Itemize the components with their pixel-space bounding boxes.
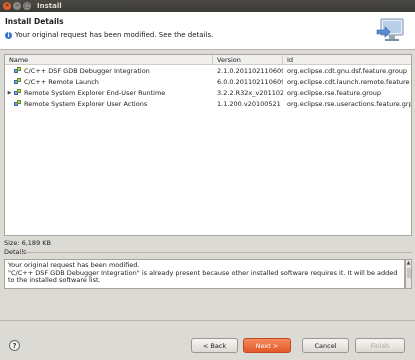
row-name-cell: ▶ Remote System Explorer End-User Runtim… xyxy=(5,89,213,97)
feature-icon xyxy=(14,89,22,96)
scroll-thumb[interactable] xyxy=(407,268,411,278)
table-row[interactable]: Remote System Explorer User Actions 1.1.… xyxy=(5,98,411,109)
row-name-cell: C/C++ Remote Launch xyxy=(5,78,213,86)
table-row[interactable]: ▶ Remote System Explorer End-User Runtim… xyxy=(5,87,411,98)
row-id: org.eclipse.rse.feature.group xyxy=(287,88,382,97)
table-row[interactable]: C/C++ Remote Launch 6.0.0.201102110609 o… xyxy=(5,76,411,87)
expand-arrow-icon[interactable]: ▶ xyxy=(7,90,12,96)
row-version: 1.1.200.v20100521 xyxy=(217,99,281,108)
feature-icon xyxy=(14,100,22,107)
row-version: 3.2.2.R32x_v201102 xyxy=(217,88,283,97)
page-title: Install Details xyxy=(5,17,64,26)
details-divider xyxy=(22,252,412,253)
feature-icon xyxy=(14,67,22,74)
info-icon: i xyxy=(5,31,12,39)
row-version: 2.1.0.201102110609 xyxy=(217,66,283,75)
row-name-cell: Remote System Explorer User Actions xyxy=(5,100,213,108)
details-scrollbar[interactable]: ▲ xyxy=(405,259,412,289)
close-window-button[interactable]: × xyxy=(3,2,11,10)
details-text-area[interactable]: Your original request has been modified.… xyxy=(4,259,405,289)
header-message: i Your original request has been modifie… xyxy=(5,31,213,39)
scroll-up-icon[interactable]: ▲ xyxy=(406,260,411,267)
install-banner-icon xyxy=(376,18,404,41)
row-id: org.eclipse.cdt.gnu.dsf.feature.group xyxy=(287,66,408,75)
window-title: Install xyxy=(37,2,62,10)
row-id: org.eclipse.rse.useractions.feature.grp xyxy=(287,99,411,108)
header-message-text: Your original request has been modified.… xyxy=(15,31,214,39)
table-header: Name Version Id xyxy=(5,55,411,65)
table-row[interactable]: C/C++ DSF GDB Debugger Integration 2.1.0… xyxy=(5,65,411,76)
row-name: C/C++ Remote Launch xyxy=(24,77,99,86)
feature-icon xyxy=(14,78,22,85)
install-details-table: Name Version Id C/C++ DSF GDB Debugger I… xyxy=(4,54,412,236)
maximize-window-button[interactable]: □ xyxy=(23,2,31,10)
minimize-window-button[interactable]: – xyxy=(13,2,21,10)
row-name: Remote System Explorer End-User Runtime xyxy=(24,88,166,97)
button-bar-separator xyxy=(0,320,415,321)
row-name-cell: C/C++ DSF GDB Debugger Integration xyxy=(5,67,213,75)
back-button[interactable]: < Back xyxy=(191,338,238,353)
title-bar: × – □ Install xyxy=(0,0,415,12)
help-button[interactable]: ? xyxy=(9,340,20,351)
column-header-version[interactable]: Version xyxy=(213,55,283,64)
cancel-button[interactable]: Cancel xyxy=(302,338,349,353)
column-header-id[interactable]: Id xyxy=(283,55,411,64)
row-name: Remote System Explorer User Actions xyxy=(24,99,148,108)
row-version: 6.0.0.201102110609 xyxy=(217,77,283,86)
next-button[interactable]: Next > xyxy=(243,338,291,353)
finish-button[interactable]: Finish xyxy=(355,338,405,353)
wizard-header: Install Details i Your original request … xyxy=(0,12,415,50)
window-controls: × – □ xyxy=(3,2,31,10)
details-line-3: to the installed software list. xyxy=(8,276,101,284)
row-name: C/C++ DSF GDB Debugger Integration xyxy=(24,66,150,75)
install-size: Size: 6,189 KB xyxy=(4,239,51,247)
column-header-name[interactable]: Name xyxy=(5,55,213,64)
row-id: org.eclipse.cdt.launch.remote.feature xyxy=(287,77,410,86)
